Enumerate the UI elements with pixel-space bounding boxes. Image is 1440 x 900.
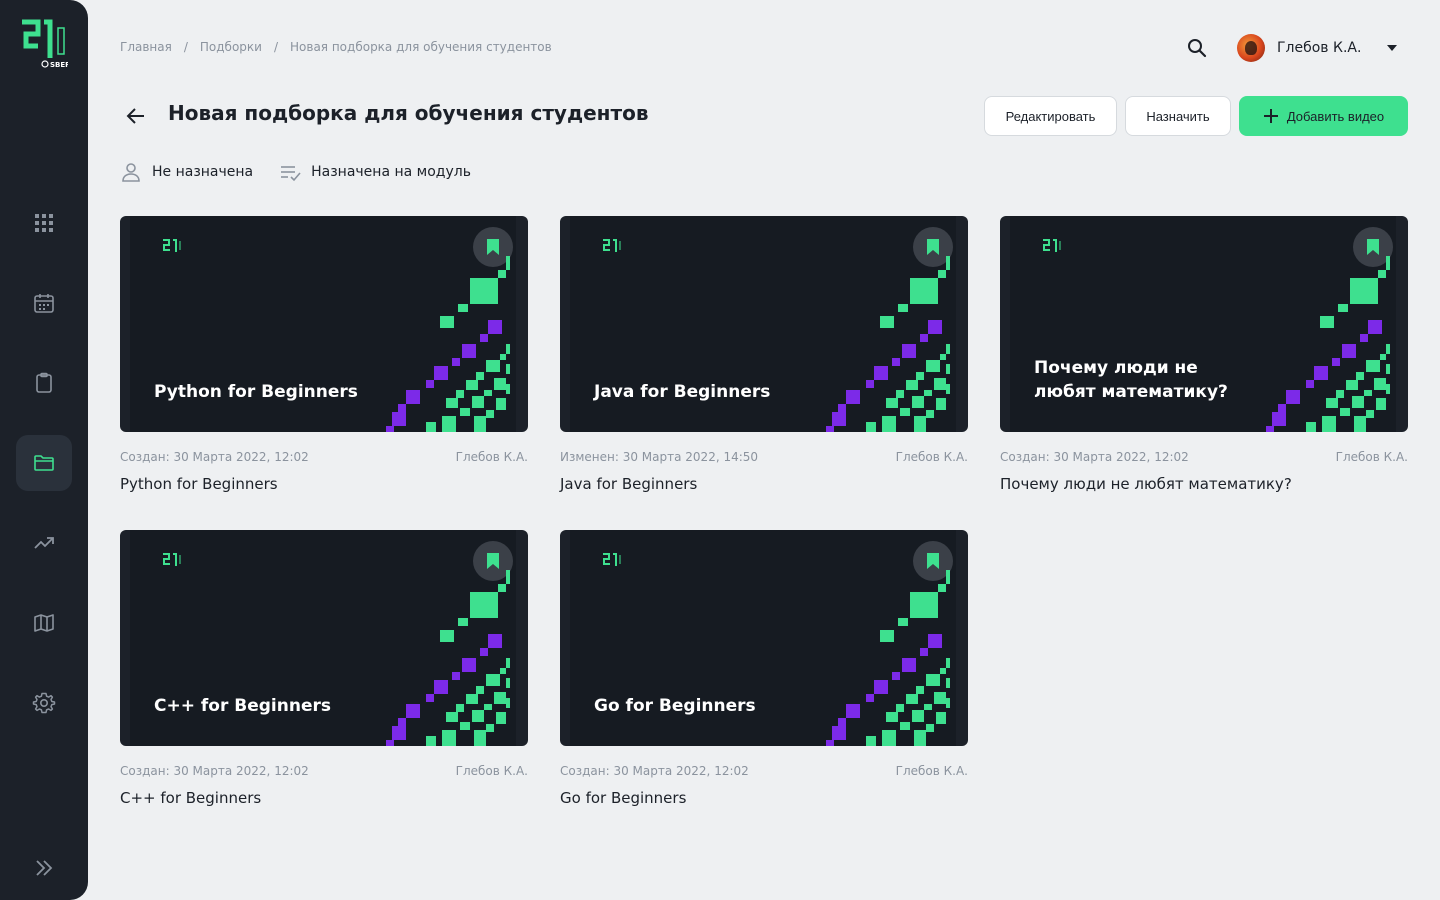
card-meta: Создан: 30 Марта 2022, 12:02 Глебов К.А. (1000, 450, 1408, 464)
assignment-status: Не назначена (120, 162, 253, 182)
thumbnail-title: Почему люди не любят математику? (1034, 358, 1228, 402)
bookmark-icon (927, 553, 939, 569)
plus-icon (1263, 109, 1278, 123)
list-check-icon (281, 166, 301, 182)
card-author: Глебов К.А. (455, 764, 528, 778)
card-author: Глебов К.А. (455, 450, 528, 464)
trending-up-icon (34, 537, 54, 549)
school21-mini-logo (602, 239, 621, 253)
collection-status: Не назначена Назначена на модуль (120, 162, 471, 182)
card-title[interactable]: Python for Beginners (120, 475, 528, 493)
video-thumbnail[interactable]: Почему люди не любят математику? (1000, 216, 1408, 432)
breadcrumb-separator: / (183, 40, 188, 54)
school21-mini-logo (162, 239, 181, 253)
bookmark-icon (487, 553, 499, 569)
back-button[interactable] (124, 104, 148, 128)
chevrons-right-icon (36, 860, 53, 876)
add-video-label: Добавить видео (1286, 108, 1385, 124)
gear-icon (32, 692, 56, 714)
card-author: Глебов К.А. (895, 764, 968, 778)
thumbnail-title: Python for Beginners (154, 382, 358, 402)
sidebar-item-calendar[interactable] (16, 275, 72, 331)
decorative-pattern (386, 570, 510, 746)
sidebar-item-tasks[interactable] (16, 355, 72, 411)
video-card[interactable]: Java for Beginners Изменен: 30 Марта 202… (560, 216, 968, 493)
card-author: Глебов К.А. (1335, 450, 1408, 464)
decorative-pattern (1266, 256, 1390, 432)
grid-icon (35, 214, 53, 232)
edit-button[interactable]: Редактировать (984, 96, 1117, 136)
search-icon (1188, 39, 1207, 58)
chevron-down-icon (1387, 45, 1398, 51)
card-date: Создан: 30 Марта 2022, 12:02 (120, 450, 309, 464)
bookmark-icon (487, 239, 499, 255)
breadcrumb-home[interactable]: Главная (120, 40, 172, 54)
module-status: Назначена на модуль (279, 162, 471, 182)
sidebar: SBER (0, 0, 88, 900)
card-title[interactable]: Go for Beginners (560, 789, 968, 807)
module-status-label: Назначена на модуль (311, 164, 471, 180)
breadcrumb: Главная / Подборки / Новая подборка для … (120, 40, 552, 54)
breadcrumb-current: Новая подборка для обучения студентов (290, 40, 552, 54)
card-meta: Создан: 30 Марта 2022, 12:02 Глебов К.А. (120, 764, 528, 778)
card-date: Изменен: 30 Марта 2022, 14:50 (560, 450, 759, 464)
breadcrumb-collections[interactable]: Подборки (200, 40, 262, 54)
video-card[interactable]: Go for Beginners Создан: 30 Марта 2022, … (560, 530, 968, 807)
card-meta: Изменен: 30 Марта 2022, 14:50 Глебов К.А… (560, 450, 968, 464)
thumbnail-title: C++ for Beginners (154, 696, 331, 716)
card-date: Создан: 30 Марта 2022, 12:02 (1000, 450, 1189, 464)
sidebar-item-map[interactable] (16, 595, 72, 651)
video-thumbnail[interactable]: Java for Beginners (560, 216, 968, 432)
card-date: Создан: 30 Марта 2022, 12:02 (560, 764, 749, 778)
assignment-status-label: Не назначена (152, 164, 254, 180)
sidebar-item-collections[interactable] (16, 435, 72, 491)
decorative-pattern (826, 256, 950, 432)
thumbnail-title: Java for Beginners (594, 382, 771, 402)
sidebar-item-settings[interactable] (16, 675, 72, 731)
card-title[interactable]: C++ for Beginners (120, 789, 528, 807)
card-author: Глебов К.А. (895, 450, 968, 464)
search-button[interactable] (1184, 35, 1210, 61)
sidebar-item-analytics[interactable] (16, 515, 72, 571)
video-thumbnail[interactable]: Python for Beginners (120, 216, 528, 432)
card-meta: Создан: 30 Марта 2022, 12:02 Глебов К.А. (120, 450, 528, 464)
video-card[interactable]: Почему люди не любят математику? Создан:… (1000, 216, 1408, 493)
school21-logo[interactable]: SBER (20, 18, 71, 72)
assign-button[interactable]: Назначить (1125, 96, 1231, 136)
page-title: Новая подборка для обучения студентов (168, 101, 649, 125)
svg-text:SBER: SBER (50, 61, 68, 69)
bookmark-icon (927, 239, 939, 255)
sidebar-item-dashboard[interactable] (16, 195, 72, 251)
video-thumbnail[interactable]: C++ for Beginners (120, 530, 528, 746)
video-card[interactable]: C++ for Beginners Создан: 30 Марта 2022,… (120, 530, 528, 807)
avatar (1237, 34, 1265, 62)
card-title[interactable]: Почему люди не любят математику? (1000, 475, 1408, 493)
video-thumbnail[interactable]: Go for Beginners (560, 530, 968, 746)
clipboard-icon (36, 372, 52, 393)
user-name: Глебов К.А. (1277, 40, 1362, 56)
card-date: Создан: 30 Марта 2022, 12:02 (120, 764, 309, 778)
school21-mini-logo (602, 553, 621, 567)
calendar-icon (34, 294, 54, 313)
sidebar-expand-button[interactable] (30, 856, 58, 880)
arrow-left-icon (126, 108, 144, 124)
decorative-pattern (386, 256, 510, 432)
user-icon (122, 163, 140, 182)
bookmark-icon (1367, 239, 1379, 255)
video-card[interactable]: Python for Beginners Создан: 30 Марта 20… (120, 216, 528, 493)
thumbnail-title: Go for Beginners (594, 696, 756, 716)
card-meta: Создан: 30 Марта 2022, 12:02 Глебов К.А. (560, 764, 968, 778)
school21-mini-logo (162, 553, 181, 567)
school21-mini-logo (1042, 239, 1061, 253)
breadcrumb-separator: / (273, 40, 279, 54)
card-title[interactable]: Java for Beginners (560, 475, 968, 493)
folder-icon (34, 455, 54, 471)
decorative-pattern (826, 570, 950, 746)
add-video-button[interactable]: Добавить видео (1239, 96, 1408, 136)
user-menu[interactable]: Глебов К.А. (1237, 34, 1398, 62)
map-icon (34, 614, 54, 632)
